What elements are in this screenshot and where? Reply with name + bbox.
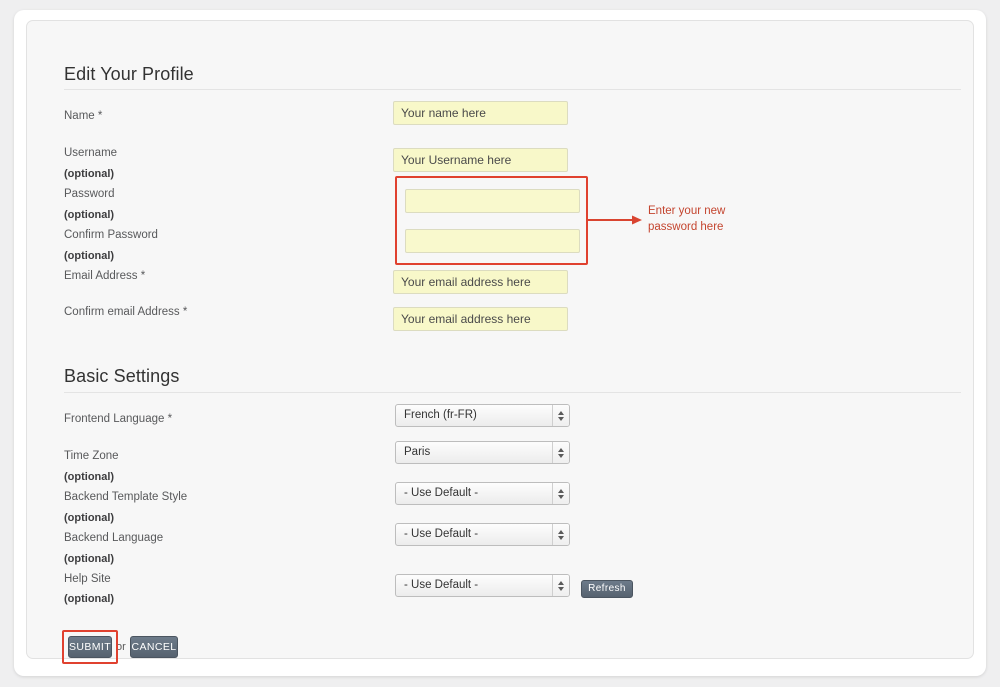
backend-template-style-select[interactable]: - Use Default - [395,482,570,505]
email-input[interactable] [393,270,568,294]
label-backend-language: Backend Language [64,532,164,544]
backend-template-style-value: - Use Default - [404,487,479,499]
backend-language-value: - Use Default - [404,528,479,540]
label-frontend-language: Frontend Language * [64,413,173,425]
confirm-email-input[interactable] [393,307,568,331]
optional-confirm-password: (optional) [64,250,115,262]
label-confirm-email: Confirm email Address * [64,306,188,318]
password-input[interactable] [405,189,580,213]
content-panel: Edit Your Profile Name * Username (optio… [26,20,974,664]
optional-backend-template-style: (optional) [64,512,115,524]
section-title-basic-settings: Basic Settings [64,366,180,386]
username-input[interactable] [393,148,568,172]
stepper-arrows-icon[interactable] [552,405,569,426]
label-password: Password [64,188,115,200]
cancel-button[interactable]: CANCEL [130,636,178,658]
optional-help-site: (optional) [64,593,115,605]
stepper-arrows-icon[interactable] [552,524,569,545]
section-divider-profile [64,89,961,90]
submit-button[interactable]: SUBMIT [68,636,112,658]
help-site-select[interactable]: - Use Default - [395,574,570,597]
optional-username: (optional) [64,168,115,180]
label-name: Name * [64,110,103,122]
time-zone-value: Paris [404,446,431,458]
optional-backend-language: (optional) [64,553,115,565]
annotation-arrow-icon [588,215,642,225]
or-separator-label: or [116,641,126,653]
frontend-language-value: French (fr-FR) [404,409,477,421]
label-email: Email Address * [64,270,146,282]
stepper-arrows-icon[interactable] [552,442,569,463]
time-zone-select[interactable]: Paris [395,441,570,464]
optional-time-zone: (optional) [64,471,115,483]
section-divider-settings [64,392,961,393]
backend-language-select[interactable]: - Use Default - [395,523,570,546]
confirm-password-input[interactable] [405,229,580,253]
stepper-arrows-icon[interactable] [552,575,569,596]
optional-password: (optional) [64,209,115,221]
label-username: Username [64,147,118,159]
profile-form: Edit Your Profile Name * Username (optio… [27,21,973,664]
stepper-arrows-icon[interactable] [552,483,569,504]
label-time-zone: Time Zone [64,450,119,462]
refresh-button[interactable]: Refresh [581,580,633,598]
label-confirm-password: Confirm Password [64,229,158,241]
label-help-site: Help Site [64,573,111,585]
help-site-value: - Use Default - [404,579,479,591]
name-input[interactable] [393,101,568,125]
browser-window: Edit Your Profile Name * Username (optio… [14,10,986,676]
label-backend-template-style: Backend Template Style [64,491,188,503]
page-title: Edit Your Profile [64,64,194,84]
password-annotation-text: Enter your new password here [648,205,726,233]
frontend-language-select[interactable]: French (fr-FR) [395,404,570,427]
